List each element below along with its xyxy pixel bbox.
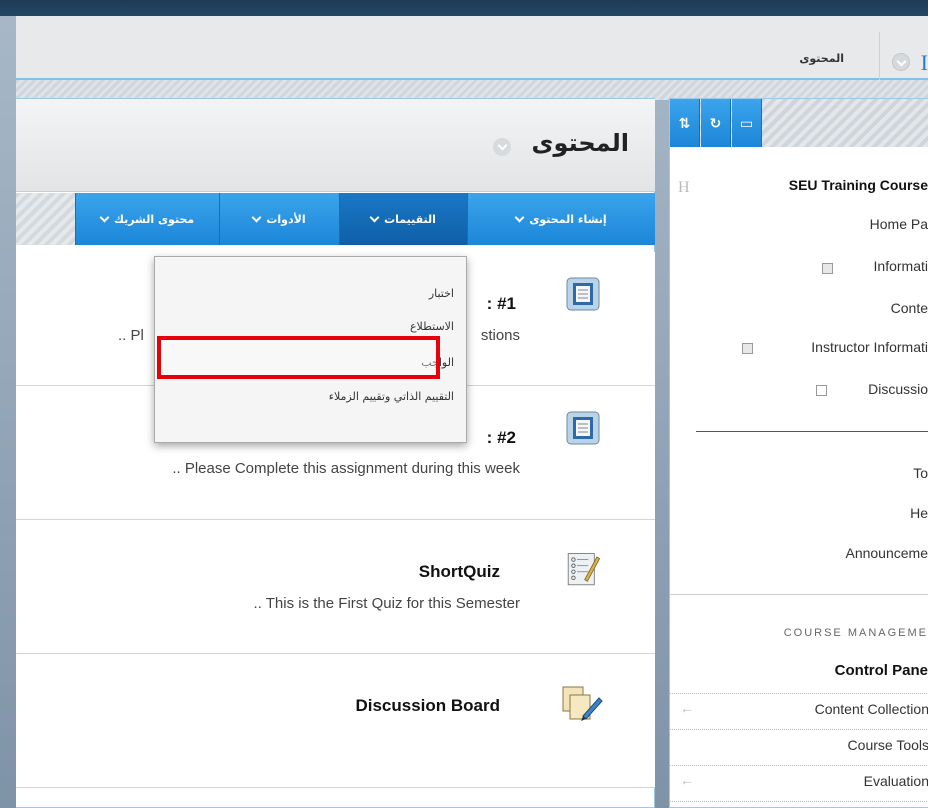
- chevron-down-icon: [369, 212, 380, 222]
- menu-divider: [696, 431, 928, 432]
- assignment-icon: [566, 277, 600, 311]
- control-panel-label: Content Collection: [814, 701, 928, 717]
- control-panel-label: Evaluation: [863, 773, 928, 789]
- content-item: Discussion Board: [16, 654, 655, 788]
- menu-link-information[interactable]: Informati: [874, 258, 928, 274]
- reorder-icon[interactable]: ⇅: [670, 99, 700, 147]
- tools-button[interactable]: الأدوات: [219, 193, 339, 245]
- content-item: ShortQuiz .. This is the First Quiz for …: [16, 520, 655, 654]
- menu-item-survey[interactable]: الاستطلاع: [410, 320, 454, 333]
- discussion-icon: [816, 385, 827, 396]
- item-title[interactable]: ShortQuiz: [419, 562, 500, 582]
- page-header-strip: [16, 80, 928, 100]
- control-panel-label: Course Tools: [847, 737, 928, 753]
- chevron-down-icon: [99, 212, 110, 222]
- content-header: المحتوى: [16, 99, 655, 192]
- item-title[interactable]: Discussion Board: [355, 696, 500, 716]
- chevron-down-icon[interactable]: [493, 138, 511, 156]
- item-description-start: .. Pl: [118, 327, 144, 344]
- create-content-label: إنشاء المحتوى: [529, 212, 607, 226]
- item-description: .. This is the First Quiz for this Semes…: [253, 595, 520, 612]
- course-menu-toolbar: ⇅ ↻ ▭: [670, 99, 928, 147]
- folder-icon: [742, 343, 753, 354]
- create-content-button[interactable]: إنشاء المحتوى: [467, 193, 655, 245]
- item-description: .. Please Complete this assignment durin…: [172, 460, 520, 477]
- arrow-left-icon: ←: [680, 772, 694, 788]
- tools-label: الأدوات: [266, 212, 306, 226]
- assessments-dropdown-menu: اختبار الاستطلاع الواجب التقييم الذاتي و…: [154, 256, 467, 443]
- action-bar: إنشاء المحتوى التقييمات الأدوات محتوى ال…: [16, 193, 655, 245]
- arrow-left-icon: ←: [680, 700, 694, 716]
- course-menu: ⇅ ↻ ▭ H SEU Training Course Home Pa Info…: [669, 98, 928, 808]
- chevron-down-icon[interactable]: [892, 53, 910, 71]
- course-management-heading: COURSE MANAGEME: [783, 627, 928, 639]
- assignment-icon: [566, 411, 600, 445]
- item-description: stions: [480, 327, 520, 344]
- item-title[interactable]: : #2: [487, 428, 516, 448]
- menu-link-home-page[interactable]: Home Pa: [870, 216, 928, 232]
- partner-content-button[interactable]: محتوى الشريك: [75, 193, 219, 245]
- menu-link-help[interactable]: He: [910, 505, 928, 521]
- control-panel-item[interactable]: ← Content Collection: [670, 693, 928, 723]
- page-title: المحتوى: [531, 129, 629, 157]
- chevron-down-icon: [514, 212, 525, 222]
- control-panel-item[interactable]: [670, 801, 928, 808]
- discussion-board-icon: [562, 686, 603, 721]
- breadcrumb-current[interactable]: المحتوى: [799, 52, 844, 65]
- folder-icon: [822, 263, 833, 274]
- menu-link-instructor-information[interactable]: Instructor Informati: [811, 339, 928, 355]
- top-header-bar: [0, 0, 928, 16]
- control-panel-item[interactable]: ← Evaluation: [670, 765, 928, 795]
- assessments-button[interactable]: التقييمات: [339, 193, 467, 245]
- chevron-down-icon: [251, 212, 262, 222]
- item-title[interactable]: : #1: [487, 294, 516, 314]
- control-panel-item[interactable]: Course Tools: [670, 729, 928, 759]
- window-icon[interactable]: ▭: [732, 99, 762, 147]
- menu-link-tools[interactable]: To: [913, 465, 928, 481]
- menu-link-discussions[interactable]: Discussio: [868, 381, 928, 397]
- h-glyph: H: [678, 179, 690, 196]
- menu-link-content[interactable]: Conte: [891, 300, 928, 316]
- assessments-label: التقييمات: [384, 212, 436, 226]
- control-panel-heading[interactable]: Control Pane: [835, 662, 928, 679]
- content-area: المحتوى إنشاء المحتوى التقييمات الأدوات …: [16, 98, 655, 808]
- menu-link-announcements[interactable]: Announceme: [845, 545, 928, 561]
- breadcrumb-home-link[interactable]: I: [921, 50, 928, 76]
- quiz-icon: [567, 553, 601, 586]
- highlight-box: [157, 336, 440, 379]
- refresh-icon[interactable]: ↻: [701, 99, 731, 147]
- section-divider: [670, 594, 928, 595]
- partner-content-label: محتوى الشريك: [113, 212, 195, 226]
- menu-item-self-peer-assessment[interactable]: التقييم الذاتي وتقييم الزملاء: [329, 390, 454, 403]
- menu-item-test[interactable]: اختبار: [429, 287, 454, 300]
- breadcrumb: المحتوى I: [16, 16, 928, 95]
- course-title[interactable]: SEU Training Course: [789, 177, 928, 193]
